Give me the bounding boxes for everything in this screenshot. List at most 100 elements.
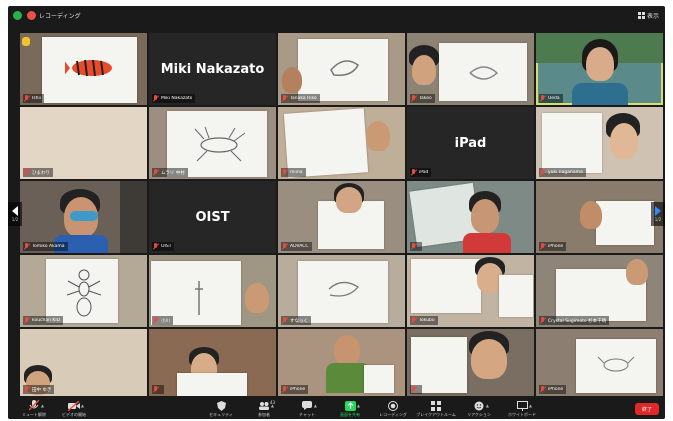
- video-tile[interactable]: miina: [278, 107, 405, 179]
- video-tile[interactable]: iPhone: [536, 329, 663, 396]
- shrimp-drawing: [330, 60, 359, 77]
- reactions-button[interactable]: ▲ リアクション: [459, 400, 499, 418]
- mic-muted-icon: [24, 169, 30, 176]
- participant-display-name: OIST: [195, 209, 230, 225]
- zoom-meeting-window: Ishii Miki Nakazato Miki Nakazato Tanaka…: [8, 6, 665, 419]
- prev-page-indicator: 1/2: [11, 217, 19, 222]
- participant-name: iPhone: [290, 387, 306, 392]
- participant-name: 田中 ゆき: [32, 387, 52, 393]
- stick-drawing: [195, 281, 203, 315]
- mic-muted-icon: [282, 317, 288, 324]
- security-button[interactable]: セキュリティ: [201, 400, 241, 418]
- participant-name: kouchan KID: [32, 318, 61, 323]
- video-tile[interactable]: Tomiko Akama: [20, 181, 147, 253]
- chat-label: チャット: [299, 412, 315, 417]
- view-label: 表示: [646, 12, 659, 20]
- mic-muted-icon: [540, 95, 546, 102]
- participant-name-tag: yuki nagahama: [539, 168, 586, 177]
- video-tile-active-speaker[interactable]: Ueda: [536, 33, 663, 105]
- participant-name-tag: Crystal Sugimoto 杉本千晴: [539, 316, 610, 325]
- participant-name: iPad: [419, 170, 429, 175]
- participant-name: Miki Nakazato: [161, 96, 193, 101]
- mic-muted-icon: [540, 386, 546, 393]
- video-tile[interactable]: Miki Nakazato Miki Nakazato: [149, 33, 276, 105]
- participant-name-tag: Miki Nakazato: [152, 94, 196, 103]
- participant-name: Crystal Sugimoto 杉本千晴: [548, 318, 607, 324]
- participant-name-tag: iPad: [410, 168, 432, 177]
- video-tile[interactable]: [407, 329, 534, 396]
- shield-check-icon[interactable]: [13, 11, 22, 20]
- whiteboard-label: ホワイトボード: [508, 412, 536, 417]
- video-tile[interactable]: Tokubo: [407, 255, 534, 327]
- unmute-button[interactable]: ▲ ミュート解除: [14, 400, 54, 418]
- participants-button[interactable]: 43 ▲ 参加者: [244, 400, 284, 418]
- shield-icon: [214, 400, 228, 411]
- record-button[interactable]: レコーディング: [373, 400, 413, 418]
- video-tile[interactable]: 田中 ゆき: [20, 329, 147, 396]
- meeting-top-bar: レコーディング 表示: [8, 6, 665, 26]
- mic-muted-icon: [153, 243, 159, 250]
- recording-status-label: レコーディング: [39, 13, 81, 20]
- participants-icon: 43 ▲: [257, 400, 275, 411]
- video-tile[interactable]: ひまわり: [20, 107, 147, 179]
- mic-muted-icon: [24, 243, 30, 250]
- participant-name: iPhone: [548, 387, 564, 392]
- video-tile[interactable]: OIST OIST: [149, 181, 276, 253]
- participant-name-tag: [410, 242, 422, 251]
- participant-name-tag: 小川: [152, 316, 173, 325]
- share-screen-button[interactable]: ▲ 画面を共有: [330, 400, 370, 418]
- video-tile[interactable]: ムラリ 中村: [149, 107, 276, 179]
- participant-name: 小川: [161, 318, 170, 324]
- record-icon: [386, 400, 400, 411]
- video-tile[interactable]: Ishii: [20, 33, 147, 105]
- end-meeting-button[interactable]: 終了: [635, 403, 659, 415]
- participant-name: ADVACC: [290, 244, 309, 249]
- participant-name-tag: iPhone: [539, 242, 567, 251]
- video-tile[interactable]: [149, 329, 276, 396]
- mic-muted-icon: [153, 95, 159, 102]
- chat-button[interactable]: ▲ チャット: [287, 400, 327, 418]
- insect-drawing: [194, 126, 246, 162]
- video-tile[interactable]: 小川: [149, 255, 276, 327]
- participant-name: Tanaka Riko: [290, 96, 317, 101]
- breakout-rooms-button[interactable]: ブレイクアウトルーム: [416, 400, 456, 418]
- video-tile[interactable]: Takeo: [407, 33, 534, 105]
- video-tile[interactable]: iPad iPad: [407, 107, 534, 179]
- next-page-button[interactable]: 1/2: [651, 202, 665, 226]
- video-tile[interactable]: ADVACC: [278, 181, 405, 253]
- video-tile[interactable]: Crystal Sugimoto 杉本千晴: [536, 255, 663, 327]
- breakout-rooms-icon: [429, 400, 443, 411]
- video-tile[interactable]: iPhone: [536, 181, 663, 253]
- video-tile[interactable]: iPhone: [278, 329, 405, 396]
- start-video-label: ビデオの開始: [62, 412, 86, 417]
- shrimp-drawing: [328, 281, 359, 297]
- fish-drawing: [65, 59, 112, 77]
- mic-muted-icon: [282, 386, 288, 393]
- video-off-icon: ▲: [67, 400, 84, 411]
- participants-label: 参加者: [258, 412, 270, 417]
- participant-name-tag: Tomiko Akama: [23, 242, 68, 251]
- participant-name-tag: ムラリ 中村: [152, 168, 188, 177]
- participant-display-name: iPad: [454, 135, 487, 151]
- participant-name: OIST: [161, 244, 172, 249]
- next-page-indicator: 1/2: [654, 217, 662, 222]
- mic-muted-icon: [153, 386, 159, 393]
- video-tile[interactable]: [407, 181, 534, 253]
- previous-page-button[interactable]: 1/2: [8, 202, 22, 226]
- chat-icon: ▲: [300, 400, 317, 411]
- participant-name-tag: miina: [281, 168, 306, 177]
- start-video-button[interactable]: ▲ ビデオの開始: [54, 400, 94, 418]
- mic-muted-icon: [411, 386, 417, 393]
- video-tile[interactable]: kouchan KID: [20, 255, 147, 327]
- mic-muted-icon: [24, 95, 30, 102]
- mic-muted-icon: [540, 169, 546, 176]
- video-tile[interactable]: すなっく: [278, 255, 405, 327]
- video-tile[interactable]: yuki nagahama: [536, 107, 663, 179]
- security-label: セキュリティ: [209, 412, 233, 417]
- mic-muted-icon: [24, 386, 30, 393]
- view-toggle-button[interactable]: 表示: [637, 9, 659, 21]
- sketch-drawing: [469, 66, 499, 80]
- participant-name-tag: Ishii: [23, 94, 45, 103]
- whiteboard-button[interactable]: ▲ ホワイトボード: [502, 400, 542, 418]
- video-tile[interactable]: Tanaka Riko: [278, 33, 405, 105]
